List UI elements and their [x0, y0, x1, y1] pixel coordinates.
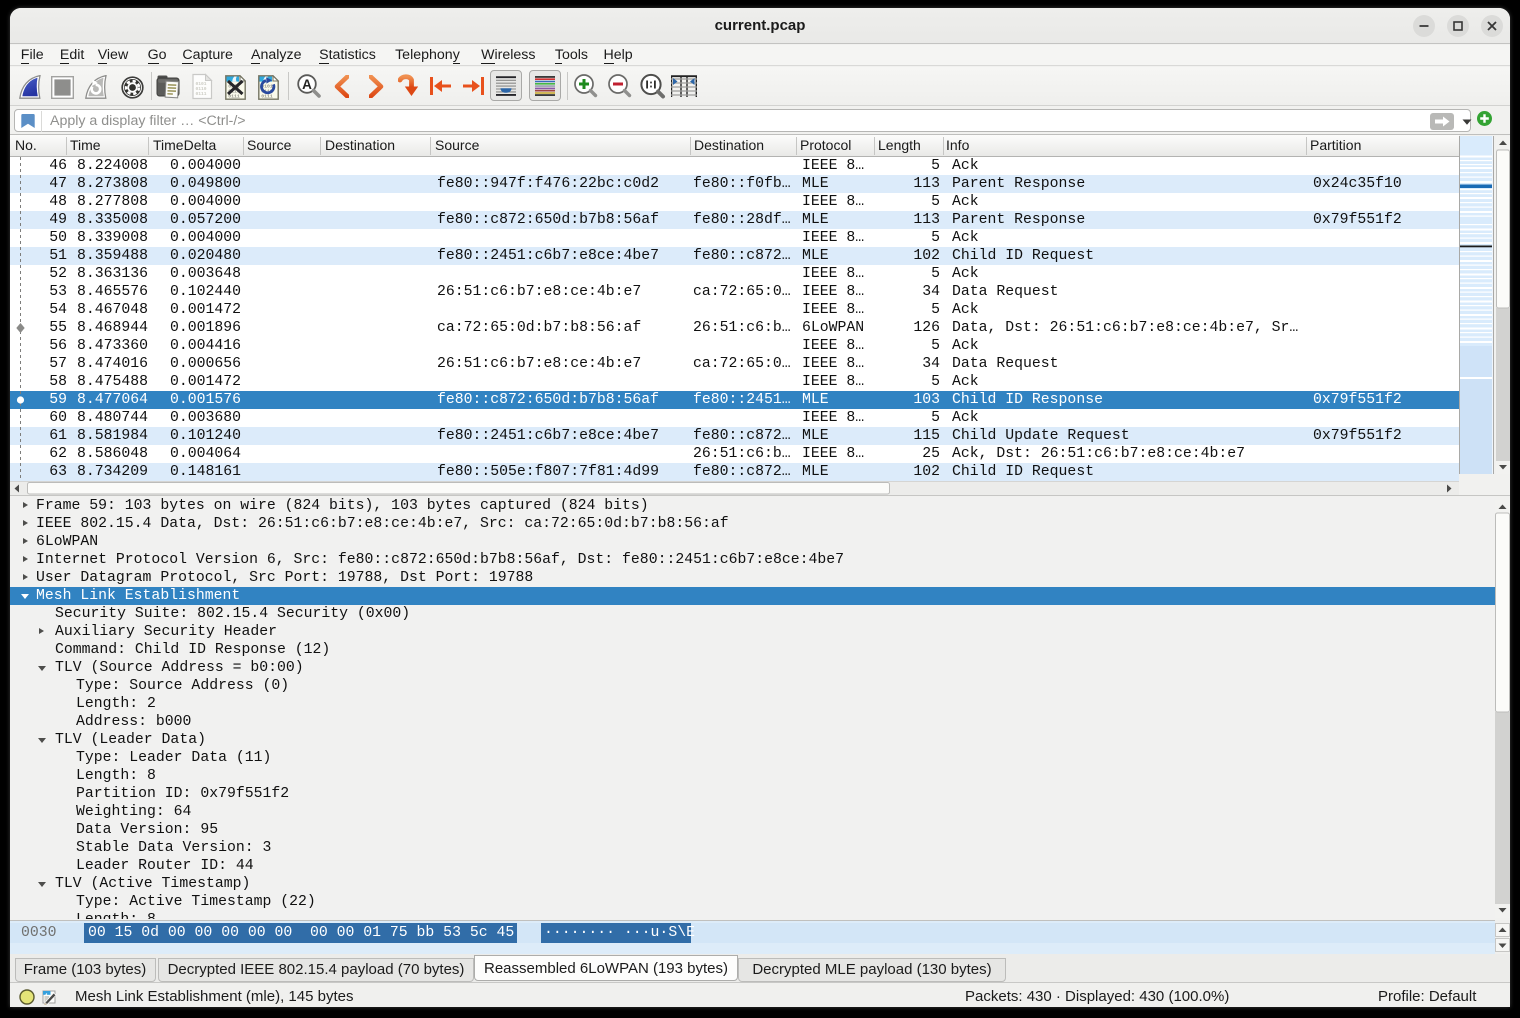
svg-text:0111: 0111 [261, 93, 273, 99]
svg-text:A: A [302, 77, 312, 92]
svg-text:0111: 0111 [196, 91, 207, 97]
